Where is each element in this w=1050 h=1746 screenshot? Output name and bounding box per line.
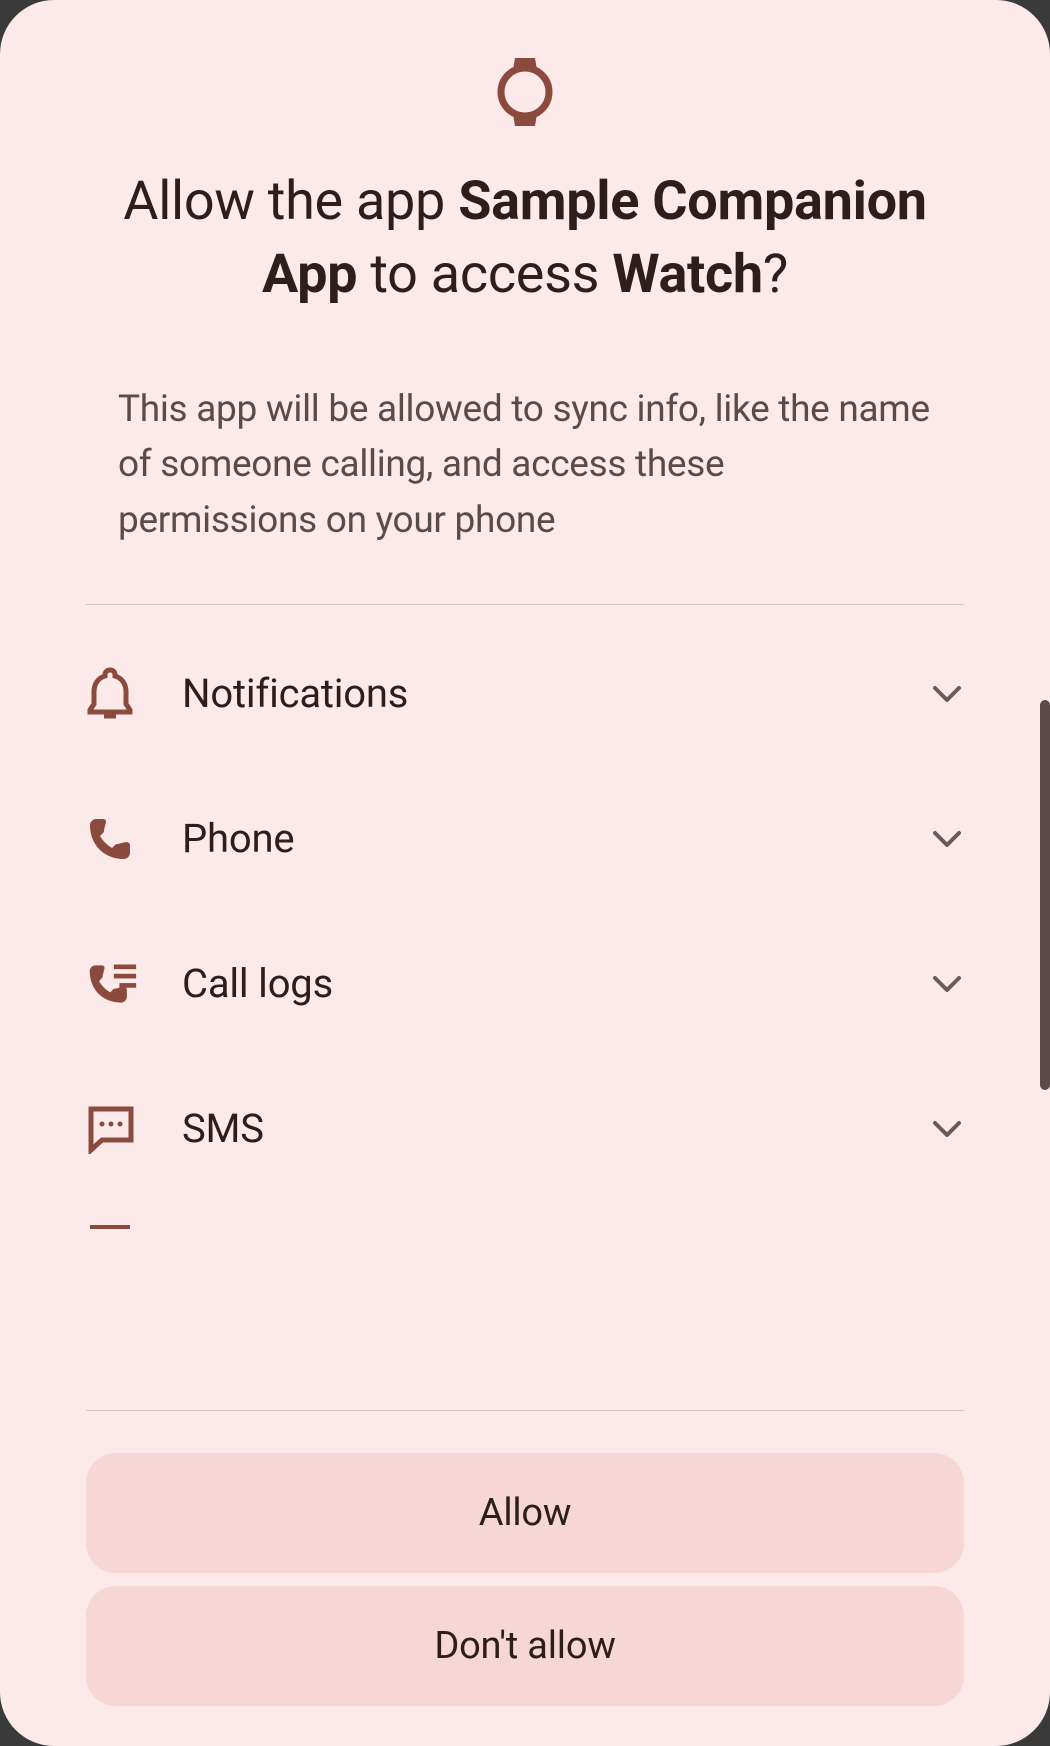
scrollbar[interactable] [1040, 700, 1050, 1090]
permission-item-notifications[interactable]: Notifications [86, 621, 964, 766]
partial-icon [86, 1201, 138, 1229]
permission-item-call-logs[interactable]: Call logs [86, 911, 964, 1056]
title-text-prefix: Allow the app [123, 170, 458, 233]
permission-list: Notifications Phone [86, 605, 964, 1410]
notifications-icon [86, 668, 138, 720]
dialog-description: This app will be allowed to sync info, l… [0, 312, 1050, 605]
chevron-down-icon [930, 967, 964, 1001]
sms-icon [86, 1103, 138, 1155]
watch-icon [0, 0, 1050, 166]
title-text-suffix: ? [763, 243, 788, 306]
deny-button[interactable]: Don't allow [86, 1586, 964, 1706]
dialog-title: Allow the app Sample Companion App to ac… [0, 166, 1050, 312]
allow-button[interactable]: Allow [86, 1453, 964, 1573]
permission-item-sms[interactable]: SMS [86, 1056, 964, 1201]
permission-item-partial [86, 1201, 964, 1229]
permission-label: Call logs [182, 960, 930, 1007]
permission-item-phone[interactable]: Phone [86, 766, 964, 911]
chevron-down-icon [930, 822, 964, 856]
permission-label: SMS [182, 1105, 930, 1152]
permission-dialog: Allow the app Sample Companion App to ac… [0, 0, 1050, 1746]
bottom-divider [86, 1410, 964, 1411]
call-logs-icon [86, 958, 138, 1010]
chevron-down-icon [930, 677, 964, 711]
chevron-down-icon [930, 1112, 964, 1146]
permission-label: Notifications [182, 670, 930, 717]
title-text-mid: to access [357, 243, 612, 306]
phone-icon [86, 813, 138, 865]
button-area: Allow Don't allow [0, 1433, 1050, 1746]
title-target: Watch [612, 243, 762, 306]
permission-label: Phone [182, 815, 930, 862]
